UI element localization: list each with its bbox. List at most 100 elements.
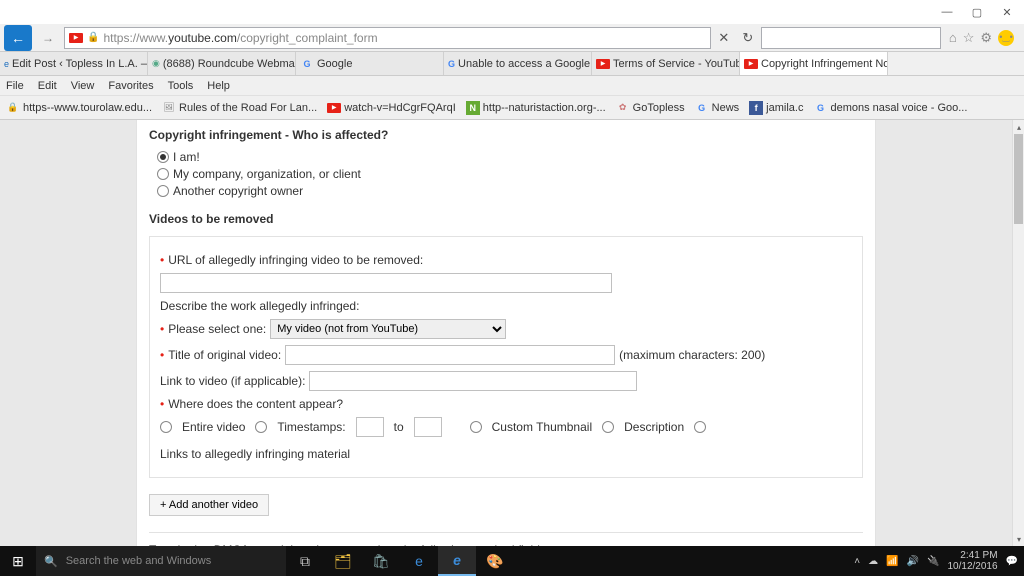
smiley-icon[interactable]: •‿• (998, 30, 1014, 46)
scroll-down-icon[interactable]: ▾ (1013, 532, 1024, 546)
add-video-button[interactable]: + Add another video (149, 494, 269, 516)
search-input[interactable] (761, 27, 941, 49)
work-type-select[interactable]: My video (not from YouTube) (270, 319, 506, 339)
browser-tab[interactable]: GUnable to access a Google pro... (444, 52, 592, 75)
who-option[interactable]: Another copyright owner (157, 184, 863, 198)
bookmark-label: demons nasal voice - Goo... (830, 102, 967, 114)
window-close[interactable]: ✕ (992, 2, 1022, 22)
nav-back-button[interactable]: ← (4, 25, 32, 51)
network-icon[interactable]: 📶 (886, 556, 898, 567)
browser-tab[interactable]: GGoogle (296, 52, 444, 75)
ie-icon[interactable]: e (438, 546, 476, 576)
tab-label: Google (317, 58, 352, 70)
window-max[interactable]: ▢ (962, 2, 992, 22)
opt-thumbnail: Custom Thumbnail (492, 420, 593, 434)
title-hint: (maximum characters: 200) (619, 348, 765, 362)
select-label: Please select one: (168, 322, 266, 336)
tray-up-icon[interactable]: ˄ (854, 556, 860, 567)
taskbar-clock[interactable]: 2:41 PM 10/12/2016 (947, 550, 997, 572)
menu-edit[interactable]: Edit (38, 80, 57, 92)
search-icon: 🔍 (44, 555, 58, 568)
facebook-favicon: f (749, 101, 763, 115)
browser-tab[interactable]: ▶Terms of Service - YouTube (592, 52, 740, 75)
bookmark-item[interactable]: 🖼Rules of the Road For Lan... (162, 101, 317, 115)
toolbar-icons: ⌂ ☆ ⚙ •‿• (943, 30, 1020, 46)
radio-entire[interactable] (160, 421, 172, 433)
menu-tools[interactable]: Tools (168, 80, 194, 92)
bookmark-item[interactable]: GNews (695, 101, 740, 115)
vertical-scrollbar[interactable]: ▴ ▾ (1012, 120, 1024, 546)
paint-icon[interactable]: 🎨 (476, 546, 514, 576)
radio-links[interactable] (694, 421, 706, 433)
opt-description: Description (624, 420, 684, 434)
radio-timestamps[interactable] (255, 421, 267, 433)
bookmark-label: Rules of the Road For Lan... (179, 102, 317, 114)
refresh-button[interactable]: ↻ (737, 30, 759, 46)
radio-label: My company, organization, or client (173, 167, 361, 181)
original-title-input[interactable] (285, 345, 615, 365)
menu-file[interactable]: File (6, 80, 24, 92)
google-favicon: G (813, 101, 827, 115)
taskbar-search[interactable]: 🔍 Search the web and Windows (36, 546, 286, 576)
volume-icon[interactable]: 🔊 (907, 556, 919, 567)
file-explorer-icon[interactable]: 🗂 (324, 546, 362, 576)
store-icon[interactable]: 🛍 (362, 546, 400, 576)
video-entry-box: • URL of allegedly infringing video to b… (149, 236, 863, 478)
edge-icon[interactable]: e (400, 546, 438, 576)
tab-label: (8688) Roundcube Webmail :: ... (163, 58, 296, 70)
youtube-favicon: ▶ (744, 57, 758, 71)
onedrive-icon[interactable]: ☁ (868, 556, 878, 567)
bookmark-item[interactable]: Nhttp--naturistaction.org-... (466, 101, 606, 115)
browser-tab[interactable]: eEdit Post ‹ Topless In L.A. — W... (0, 52, 148, 75)
infringing-url-input[interactable] (160, 273, 612, 293)
bookmark-item[interactable]: ▶watch-v=HdCgrFQArqI (327, 101, 456, 115)
google-favicon: G (695, 101, 709, 115)
radio-icon[interactable] (157, 151, 169, 163)
page-viewport: Copyright infringement - Who is affected… (0, 120, 1012, 546)
scroll-thumb[interactable] (1014, 134, 1023, 224)
menu-help[interactable]: Help (207, 80, 230, 92)
bookmark-item[interactable]: Gdemons nasal voice - Goo... (813, 101, 967, 115)
url-input[interactable]: ▶ 🔒 https://www.youtube.com/copyright_co… (64, 27, 711, 49)
who-option[interactable]: My company, organization, or client (157, 167, 863, 181)
star-icon[interactable]: ☆ (963, 30, 975, 46)
who-option[interactable]: I am! (157, 150, 863, 164)
window-min[interactable]: — (932, 2, 962, 22)
bookmark-label: watch-v=HdCgrFQArqI (344, 102, 456, 114)
link-input[interactable] (309, 371, 637, 391)
bookmark-label: jamila.c (766, 102, 803, 114)
radio-icon[interactable] (157, 185, 169, 197)
nav-forward-button[interactable]: → (34, 25, 62, 51)
notifications-icon[interactable]: 💬 (1006, 556, 1018, 567)
opt-timestamps: Timestamps: (277, 420, 345, 434)
radio-description[interactable] (602, 421, 614, 433)
home-icon[interactable]: ⌂ (949, 30, 957, 46)
appear-label: Where does the content appear? (168, 397, 343, 411)
stop-button[interactable]: ✕ (713, 30, 735, 46)
ts-from-input[interactable] (356, 417, 384, 437)
browser-tab[interactable]: ◉(8688) Roundcube Webmail :: ... (148, 52, 296, 75)
radio-thumbnail[interactable] (470, 421, 482, 433)
youtube-favicon: ▶ (327, 101, 341, 115)
opt-links: Links to allegedly infringing material (160, 447, 350, 461)
address-bar: ← → ▶ 🔒 https://www.youtube.com/copyrigh… (0, 24, 1024, 52)
radio-icon[interactable] (157, 168, 169, 180)
menu-favorites[interactable]: Favorites (108, 80, 153, 92)
start-button[interactable]: ⊞ (0, 546, 36, 576)
ts-to-label: to (394, 420, 404, 434)
bookmark-item[interactable]: ✿GoTopless (616, 101, 685, 115)
tab-label: Copyright Infringement No... (761, 58, 888, 70)
n-favicon: N (466, 101, 480, 115)
tab-label: Unable to access a Google pro... (458, 58, 592, 70)
gear-icon[interactable]: ⚙ (980, 30, 992, 46)
bookmark-item[interactable]: 🔒https--www.tourolaw.edu... (6, 101, 152, 115)
battery-icon[interactable]: 🔌 (927, 556, 939, 567)
tab-label: Terms of Service - YouTube (613, 58, 740, 70)
menu-view[interactable]: View (71, 80, 95, 92)
task-view-icon[interactable]: ⧉ (286, 546, 324, 576)
ts-to-input[interactable] (414, 417, 442, 437)
radio-label: I am! (173, 150, 200, 164)
browser-tab[interactable]: ▶Copyright Infringement No...✕ (740, 52, 888, 75)
scroll-up-icon[interactable]: ▴ (1013, 120, 1024, 134)
bookmark-item[interactable]: fjamila.c (749, 101, 803, 115)
